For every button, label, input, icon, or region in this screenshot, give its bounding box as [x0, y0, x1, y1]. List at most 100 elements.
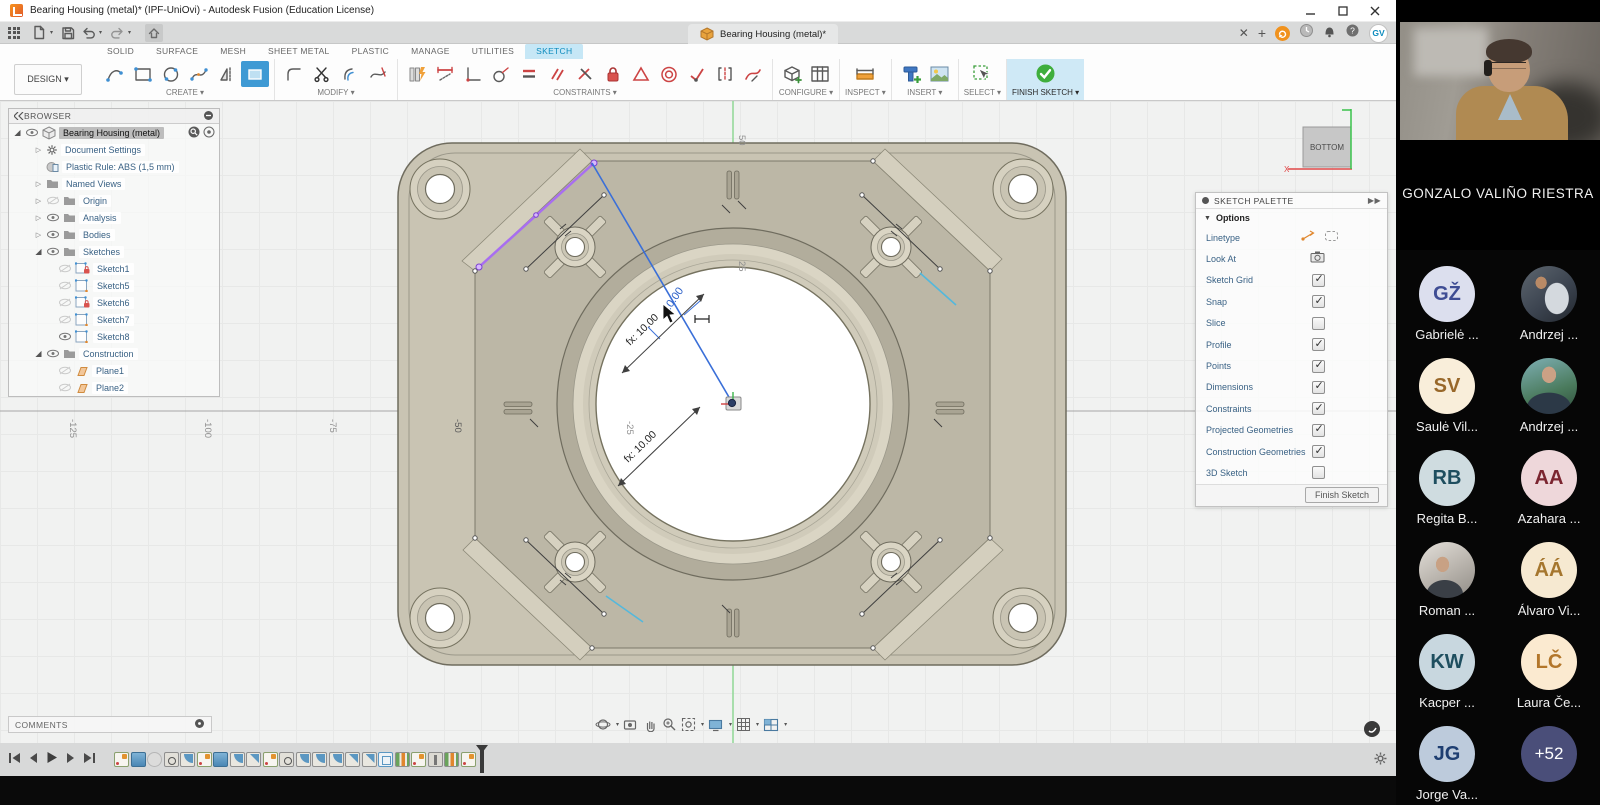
undo-caret-icon[interactable]: ▾ — [99, 29, 102, 36]
configure-component-icon[interactable] — [778, 61, 806, 87]
tab-sketch[interactable]: SKETCH — [525, 44, 583, 59]
trim-tool-icon[interactable] — [308, 61, 336, 87]
timeline-feature-chamfer[interactable] — [345, 752, 360, 767]
visibility-eye-icon[interactable] — [46, 213, 60, 222]
sketch-palette-header[interactable]: SKETCH PALETTE ▶▶ — [1196, 193, 1387, 209]
mirror-tool-icon[interactable] — [213, 61, 241, 87]
go-to-end-icon[interactable] — [83, 751, 96, 769]
tab-utilities[interactable]: UTILITIES — [461, 44, 525, 59]
select-group-label[interactable]: SELECT ▾ — [964, 88, 1001, 100]
view-cube[interactable]: BOTTOM X — [1284, 109, 1352, 174]
visibility-eye-icon[interactable] — [46, 247, 60, 256]
participant-tile[interactable]: GŽ Gabrielė ... — [1396, 256, 1498, 348]
visibility-eye-icon[interactable] — [46, 349, 60, 358]
tab-surface[interactable]: SURFACE — [145, 44, 209, 59]
sketch-dimension-icon[interactable] — [431, 61, 459, 87]
participant-tile[interactable]: ÁÁ Álvaro Vi... — [1498, 532, 1600, 624]
play-icon[interactable] — [46, 751, 58, 769]
tab-mesh[interactable]: MESH — [209, 44, 257, 59]
timeline-feature-fillet[interactable] — [296, 752, 311, 767]
insert-group-label[interactable]: INSERT ▾ — [897, 88, 953, 100]
maximize-icon[interactable] — [1338, 6, 1348, 16]
display-settings-icon[interactable] — [708, 718, 724, 732]
browser-item-plane2[interactable]: Plane2 — [9, 379, 219, 396]
browser-item-sketch7[interactable]: Sketch7 — [9, 311, 219, 328]
expand-icon[interactable]: ▷ — [34, 146, 43, 154]
fit-icon[interactable] — [681, 717, 696, 732]
timeline-feature-chamfer[interactable] — [362, 752, 377, 767]
step-back-icon[interactable] — [28, 751, 39, 769]
browser-item-bodies[interactable]: ▷ Bodies — [9, 226, 219, 243]
expand-icon[interactable]: ▷ — [34, 214, 43, 222]
sketch-grid-checkbox[interactable] — [1312, 274, 1325, 287]
redo-caret-icon[interactable]: ▾ — [128, 29, 131, 36]
visibility-eye-off-icon[interactable] — [46, 196, 60, 205]
participant-tile[interactable]: Andrzej ... — [1498, 348, 1600, 440]
select-tool-icon[interactable] — [968, 61, 996, 87]
comments-options-icon[interactable] — [194, 718, 205, 731]
browser-item-sketch6[interactable]: Sketch6 — [9, 294, 219, 311]
modify-group-label[interactable]: MODIFY ▾ — [280, 88, 392, 100]
inspect-group-label[interactable]: INSPECT ▾ — [845, 88, 886, 100]
new-tab-icon[interactable]: + — [1258, 26, 1266, 40]
browser-item-sketch5[interactable]: Sketch5 — [9, 277, 219, 294]
configure-group-label[interactable]: CONFIGURE ▾ — [778, 88, 834, 100]
browser-item-construction[interactable]: ◢ Construction — [9, 345, 219, 362]
timeline-feature-sketch[interactable] — [263, 752, 278, 767]
projected-geometries-checkbox[interactable] — [1312, 424, 1325, 437]
visibility-eye-icon[interactable] — [58, 332, 72, 341]
profile-checkbox[interactable] — [1312, 338, 1325, 351]
timeline-feature-disabled[interactable] — [147, 752, 162, 767]
tab-plastic[interactable]: PLASTIC — [341, 44, 401, 59]
collapse-icon[interactable]: ◢ — [34, 349, 43, 358]
browser-item-named-views[interactable]: ▷ Named Views — [9, 175, 219, 192]
browser-item-plastic-rule[interactable]: Plastic Rule: ABS (1,5 mm) — [9, 158, 219, 175]
construction-geometries-checkbox[interactable] — [1312, 445, 1325, 458]
viewports-caret-icon[interactable]: ▾ — [784, 721, 787, 728]
visibility-eye-off-icon[interactable] — [58, 281, 72, 290]
grid-caret-icon[interactable]: ▾ — [756, 721, 759, 728]
lock-constraint-icon[interactable] — [599, 61, 627, 87]
offset-tool-icon[interactable] — [336, 61, 364, 87]
browser-item-sketch8[interactable]: Sketch8 — [9, 328, 219, 345]
timeline-feature-hole[interactable] — [164, 752, 179, 767]
activate-radio-icon[interactable] — [203, 126, 215, 140]
redo-icon[interactable] — [108, 24, 126, 42]
orbit-icon[interactable] — [595, 717, 611, 732]
go-to-start-icon[interactable] — [8, 751, 21, 769]
zoom-icon[interactable] — [662, 717, 677, 732]
timeline-feature-pattern[interactable] — [444, 752, 459, 767]
create-group-label[interactable]: CREATE ▾ — [101, 88, 269, 100]
midpoint-constraint-icon[interactable] — [683, 61, 711, 87]
constraints-group-label[interactable]: CONSTRAINTS ▾ — [403, 88, 767, 100]
options-section-header[interactable]: ▼Options — [1196, 209, 1387, 227]
timeline-feature-fillet[interactable] — [312, 752, 327, 767]
timeline-feature-fillet[interactable] — [180, 752, 195, 767]
document-tab[interactable]: Bearing Housing (metal)* — [688, 24, 838, 44]
participant-tile[interactable]: SV Saulė Vil... — [1396, 348, 1498, 440]
timeline-feature-extrude[interactable] — [213, 752, 228, 767]
participant-tile[interactable]: KW Kacper ... — [1396, 624, 1498, 716]
save-icon[interactable] — [59, 24, 77, 42]
undo-icon[interactable] — [79, 24, 97, 42]
timeline-feature-sketch[interactable] — [411, 752, 426, 767]
corner-tool-icon[interactable] — [459, 61, 487, 87]
browser-item-sketch1[interactable]: Sketch1 — [9, 260, 219, 277]
grid-icon[interactable] — [736, 717, 751, 732]
participant-tile-overflow[interactable]: +52 — [1498, 716, 1600, 805]
timeline-settings-gear-icon[interactable] — [1373, 751, 1388, 771]
rectangle-tool-icon[interactable] — [129, 61, 157, 87]
participant-tile[interactable]: LČ Laura Če... — [1498, 624, 1600, 716]
speaker-video-tile[interactable]: GONZALO VALIÑO RIESTRA — [1396, 0, 1600, 250]
visibility-eye-off-icon[interactable] — [58, 315, 72, 324]
insert-image-icon[interactable] — [925, 61, 953, 87]
feedback-icon[interactable] — [1364, 721, 1380, 737]
timeline-feature-sketch[interactable] — [114, 752, 129, 767]
fit-caret-icon[interactable]: ▾ — [701, 721, 704, 728]
equal-constraint-icon[interactable] — [627, 61, 655, 87]
participant-tile[interactable]: Andrzej ... — [1498, 256, 1600, 348]
linetype-dashed-icon[interactable] — [1324, 229, 1339, 247]
notifications-icon[interactable] — [1323, 24, 1336, 43]
points-checkbox[interactable] — [1312, 360, 1325, 373]
finish-sketch-button[interactable]: FINISH SKETCH ▾ — [1007, 59, 1084, 100]
